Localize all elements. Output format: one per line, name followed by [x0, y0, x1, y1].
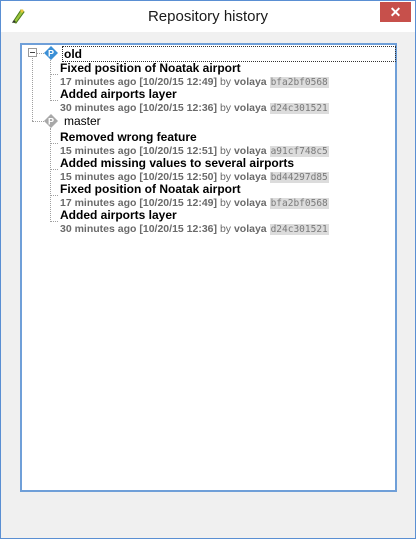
branch-label: old: [62, 46, 396, 62]
commit-hash: bfa2bf0568: [269, 198, 329, 209]
svg-text:P: P: [48, 49, 54, 59]
branch-label: master: [64, 114, 101, 128]
tree-line: [50, 60, 51, 101]
commit-date: [10/20/15 12:36]: [139, 102, 218, 114]
commit-by: by: [219, 102, 232, 114]
commit-time: 30 minutes ago: [60, 102, 137, 114]
commit-author: volaya: [233, 197, 267, 209]
title-bar: Repository history ✕: [1, 1, 415, 32]
repository-history-window: Repository history ✕ P old Fixed positio…: [0, 0, 416, 539]
commit-message[interactable]: Removed wrong feature: [60, 130, 197, 144]
tree-line: [50, 143, 58, 144]
commit-hash: bd44297d85: [269, 172, 329, 183]
commit-date: [10/20/15 12:36]: [139, 223, 218, 235]
tree-line: [50, 169, 58, 170]
commit-author: volaya: [233, 76, 267, 88]
commit-by: by: [219, 223, 232, 235]
tree-line: [32, 58, 33, 121]
commit-author: volaya: [233, 102, 267, 114]
commit-message[interactable]: Fixed position of Noatak airport: [60, 61, 241, 75]
commit-time: 30 minutes ago: [60, 223, 137, 235]
commit-by: by: [219, 197, 232, 209]
commit-by: by: [219, 76, 232, 88]
close-button[interactable]: ✕: [380, 2, 411, 22]
commit-message[interactable]: Added airports layer: [60, 87, 177, 101]
commit-meta: 30 minutes ago [10/20/15 12:36] by volay…: [60, 223, 329, 235]
commit-message[interactable]: Added missing values to several airports: [60, 156, 294, 170]
tree-line: [50, 74, 58, 75]
branch-node-master[interactable]: P master: [22, 114, 392, 130]
branch-icon: P: [44, 114, 58, 128]
branch-node-old[interactable]: P old: [22, 46, 396, 62]
commit-message[interactable]: Added airports layer: [60, 208, 177, 222]
tree-line: [50, 100, 58, 101]
branch-icon: P: [44, 46, 58, 60]
tree-line: [50, 195, 58, 196]
commit-hash: d24c301521: [269, 103, 329, 114]
svg-text:P: P: [48, 117, 54, 127]
commit-hash: bfa2bf0568: [269, 77, 329, 88]
window-title: Repository history: [147, 8, 269, 25]
commit-author: volaya: [233, 223, 267, 235]
history-tree[interactable]: P old Fixed position of Noatak airport 1…: [20, 43, 397, 492]
commit-message[interactable]: Fixed position of Noatak airport: [60, 182, 241, 196]
commit-meta: 30 minutes ago [10/20/15 12:36] by volay…: [60, 102, 329, 114]
collapse-toggle[interactable]: [28, 48, 37, 57]
tree-line: [50, 221, 58, 222]
commit-hash: d24c301521: [269, 224, 329, 235]
